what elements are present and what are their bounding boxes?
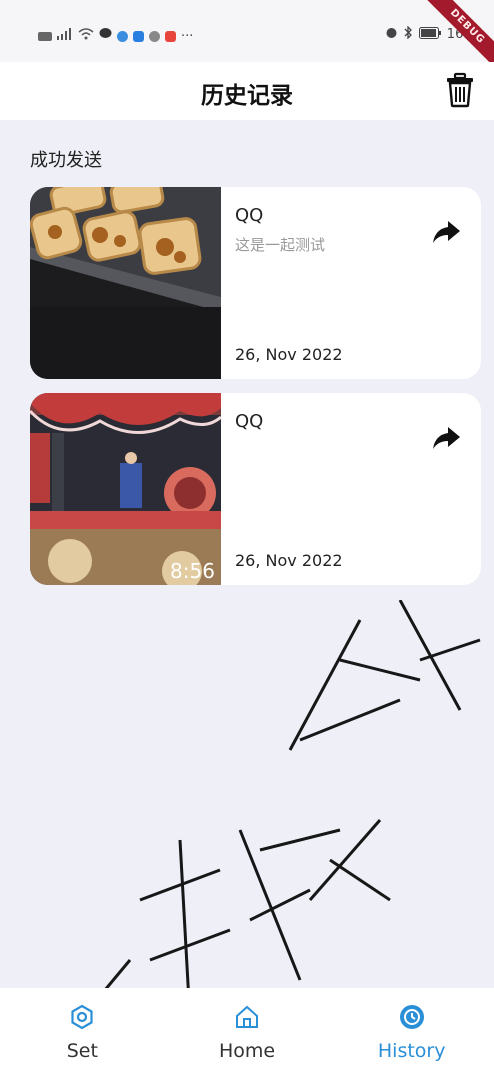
record-app-name: QQ bbox=[235, 411, 264, 432]
signal-icon bbox=[57, 28, 73, 44]
stage-photo: 8:56 bbox=[30, 393, 221, 585]
share-arrow-icon bbox=[433, 221, 460, 243]
alarm-icon bbox=[385, 26, 398, 43]
share-button[interactable] bbox=[431, 219, 461, 245]
record-date: 26, Nov 2022 bbox=[235, 551, 343, 570]
trash-button[interactable] bbox=[444, 72, 476, 108]
more-indicator: ··· bbox=[181, 28, 194, 44]
record-app-name: QQ bbox=[235, 205, 264, 226]
sim-icon bbox=[38, 31, 52, 41]
nav-label-set: Set bbox=[66, 1040, 98, 1062]
thumb-overlay-text: 8:56 bbox=[170, 559, 215, 583]
status-bar: ··· 16:3 DEBUG bbox=[0, 0, 494, 73]
record-date: 26, Nov 2022 bbox=[235, 345, 343, 364]
chat-icon bbox=[99, 28, 112, 44]
app-icon bbox=[133, 30, 144, 42]
nav-item-set[interactable]: Set bbox=[0, 988, 165, 1070]
trash-icon bbox=[447, 72, 473, 108]
app-bar: 历史记录 bbox=[0, 62, 494, 120]
nav-item-home[interactable]: Home bbox=[165, 988, 330, 1070]
nav-label-history: History bbox=[377, 1040, 446, 1062]
page-title: 历史记录 bbox=[201, 83, 293, 109]
section-title: 成功发送 bbox=[30, 150, 102, 171]
battery-icon bbox=[418, 26, 441, 43]
food-photo bbox=[30, 187, 221, 379]
gear-icon bbox=[71, 1004, 93, 1030]
history-record-card[interactable]: QQ 这是一起测试 26, Nov 2022 bbox=[30, 187, 481, 379]
record-message: 这是一起测试 bbox=[235, 236, 326, 254]
bottom-navigation: Set Home History bbox=[0, 988, 494, 1070]
wifi-icon bbox=[78, 28, 94, 44]
app-icon bbox=[149, 30, 160, 42]
record-thumbnail[interactable]: 8:56 bbox=[30, 393, 221, 585]
app-icon bbox=[117, 30, 128, 42]
history-record-card[interactable]: 8:56 QQ 26, Nov 2022 bbox=[30, 393, 481, 585]
share-button[interactable] bbox=[431, 425, 461, 451]
home-icon bbox=[236, 1005, 258, 1028]
clock-icon bbox=[399, 1005, 424, 1029]
screen: ··· 16:3 DEBUG 历史记录 bbox=[0, 0, 494, 1070]
bluetooth-icon bbox=[404, 25, 413, 43]
nav-item-history[interactable]: History bbox=[329, 988, 494, 1070]
nav-label-home: Home bbox=[218, 1040, 276, 1062]
status-left-icons: ··· bbox=[38, 28, 193, 44]
record-thumbnail[interactable] bbox=[30, 187, 221, 379]
app-icon bbox=[165, 30, 176, 42]
share-arrow-icon bbox=[433, 427, 460, 449]
